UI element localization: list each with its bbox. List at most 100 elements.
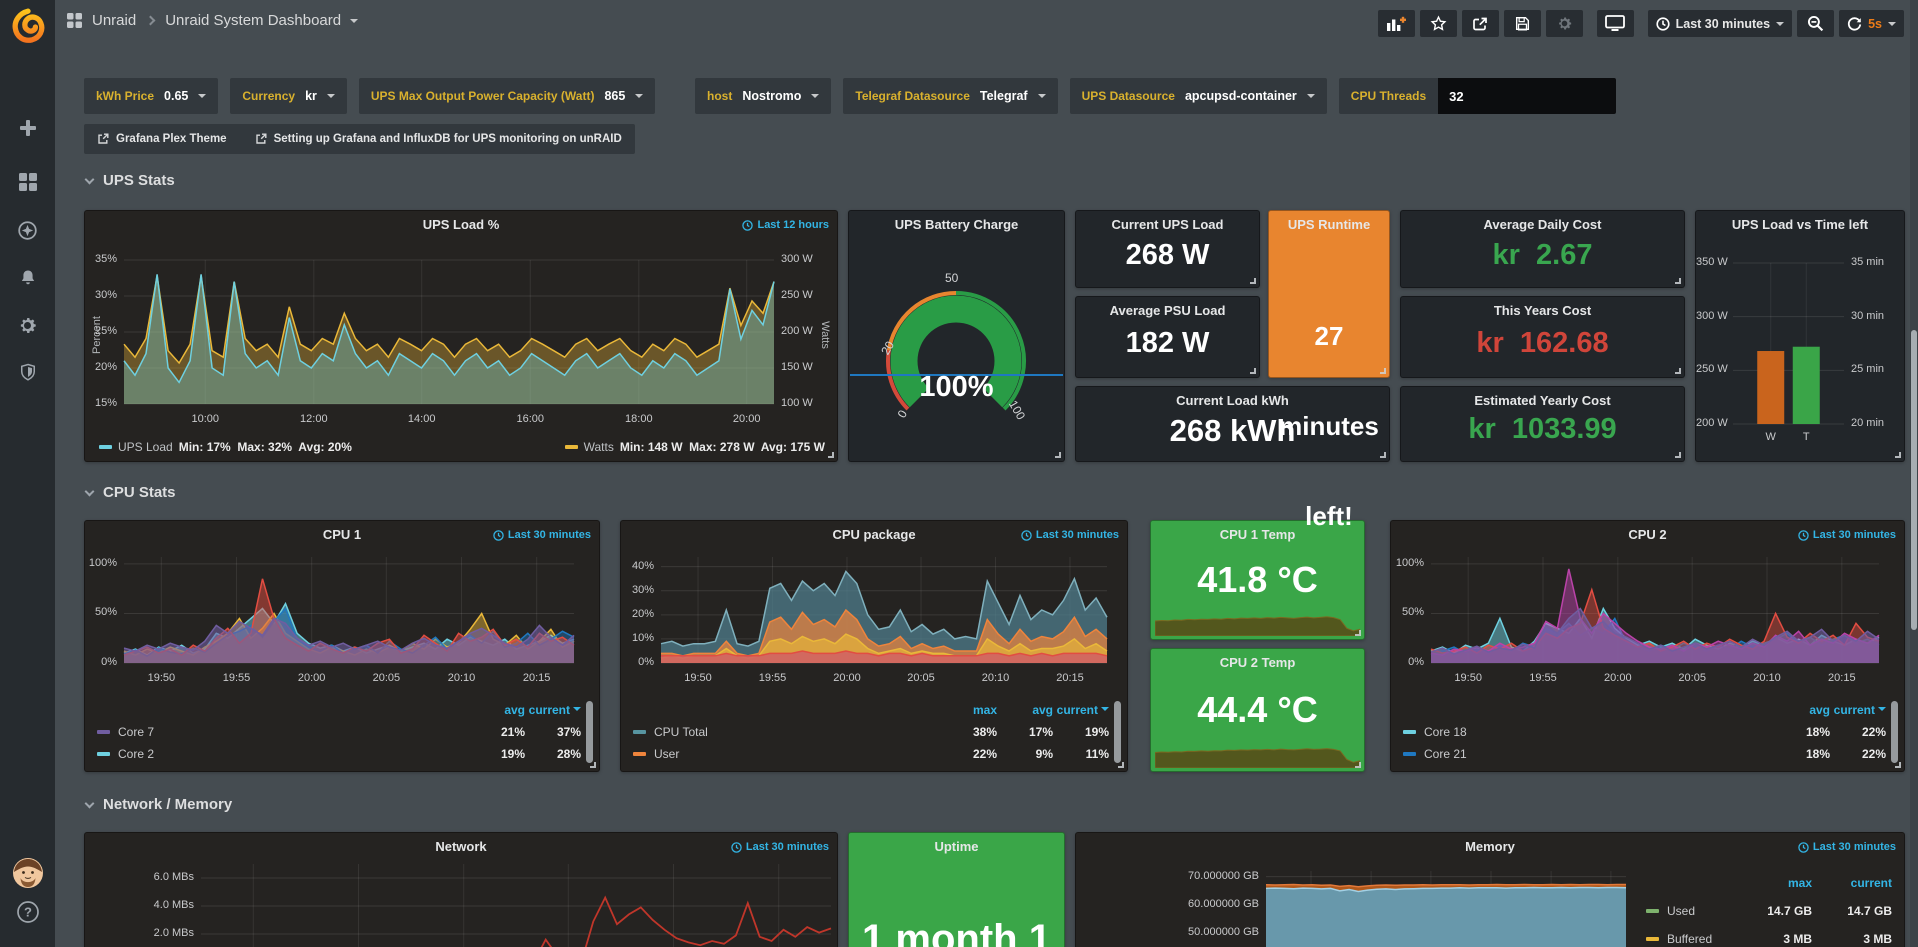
- panel-title[interactable]: Average Daily Cost: [1401, 217, 1684, 232]
- panel-title[interactable]: Memory: [1076, 839, 1904, 854]
- dashboard-settings-button[interactable]: [1546, 10, 1583, 37]
- time-range-picker[interactable]: Last 30 minutes: [1648, 10, 1792, 37]
- resize-handle[interactable]: [1355, 762, 1361, 768]
- explore-compass-icon[interactable]: [0, 220, 55, 241]
- variable-ups-datasource[interactable]: UPS Datasource apcupsd-container: [1070, 78, 1327, 114]
- panel-title[interactable]: Estimated Yearly Cost: [1401, 393, 1684, 408]
- legend-row: Core 721%37%: [97, 721, 581, 743]
- breadcrumb-app[interactable]: Unraid: [92, 12, 136, 29]
- share-button[interactable]: [1462, 10, 1499, 37]
- page-scrollbar[interactable]: [1910, 0, 1918, 947]
- configuration-gear-icon[interactable]: [0, 315, 55, 336]
- legend-scrollbar[interactable]: [1891, 701, 1898, 763]
- resize-handle[interactable]: [1675, 368, 1681, 374]
- panel-time-override[interactable]: Last 30 minutes: [1798, 529, 1896, 541]
- resize-handle[interactable]: [1895, 762, 1901, 768]
- ups-load-chart[interactable]: 35%30%25%20%15%300 W250 W200 W150 W100 W…: [85, 235, 837, 435]
- resize-handle[interactable]: [1355, 630, 1361, 636]
- resize-handle[interactable]: [1675, 452, 1681, 458]
- axis-label: 35%: [85, 253, 117, 265]
- axis-label: 19:50: [131, 672, 191, 684]
- chevron-down-icon: [1776, 22, 1784, 30]
- panel-time-override[interactable]: Last 30 minutes: [1798, 841, 1896, 853]
- legend-scrollbar[interactable]: [1114, 701, 1121, 763]
- user-avatar[interactable]: [0, 856, 55, 890]
- resize-handle[interactable]: [590, 762, 596, 768]
- add-panel-button[interactable]: [1378, 10, 1415, 37]
- resize-handle[interactable]: [1055, 452, 1061, 458]
- variable-currency[interactable]: Currency kr: [230, 78, 347, 114]
- section-cpu-stats[interactable]: CPU Stats: [86, 484, 176, 501]
- time-range-label: Last 30 minutes: [1676, 17, 1770, 31]
- help-icon[interactable]: ?: [0, 900, 55, 924]
- panel-time-override[interactable]: Last 30 minutes: [731, 841, 829, 853]
- resize-handle[interactable]: [1895, 452, 1901, 458]
- panel-title[interactable]: Current Load kWh: [1076, 393, 1389, 408]
- alerting-bell-icon[interactable]: [0, 268, 55, 288]
- dashboard-toolbar: Last 30 minutes 5s: [1373, 10, 1904, 37]
- sort-caret-icon: [573, 707, 581, 715]
- panel-title[interactable]: This Years Cost: [1401, 303, 1684, 318]
- page-scrollbar-thumb[interactable]: [1911, 330, 1917, 630]
- ups-load-vs-time-chart[interactable]: 350 W300 W250 W200 W35 min30 min25 min20…: [1696, 211, 1904, 461]
- panel-time-override[interactable]: Last 30 minutes: [493, 529, 591, 541]
- section-ups-stats[interactable]: UPS Stats: [86, 172, 175, 189]
- grafana-logo-icon[interactable]: [0, 8, 55, 44]
- cpu-package-chart[interactable]: 40%30%20%10%0%19:5019:5520:0020:0520:102…: [621, 545, 1127, 695]
- panel-title[interactable]: CPU 1 Temp: [1151, 527, 1364, 542]
- panel-ups-load-graph: UPS Load % Last 12 hours Percent Watts 3…: [84, 210, 838, 462]
- battery-gauge[interactable]: 02050100: [849, 211, 1064, 461]
- axis-label: 0%: [621, 656, 654, 668]
- create-icon[interactable]: [0, 118, 55, 138]
- chevron-down-icon: [635, 94, 643, 102]
- resize-handle[interactable]: [1118, 762, 1124, 768]
- variable-host[interactable]: host Nostromo: [695, 78, 831, 114]
- resize-handle[interactable]: [1675, 278, 1681, 284]
- panel-title[interactable]: Current UPS Load: [1076, 217, 1259, 232]
- stat-value: kr 1033.99: [1401, 413, 1684, 446]
- axis-label: 0%: [1391, 656, 1424, 668]
- panel-title[interactable]: Network: [85, 839, 837, 854]
- variable-kwh-price[interactable]: kWh Price 0.65: [84, 78, 218, 114]
- panel-title[interactable]: UPS Load vs Time left: [1696, 217, 1904, 232]
- section-network-memory[interactable]: Network / Memory: [86, 796, 232, 813]
- series-name[interactable]: Watts: [584, 440, 614, 454]
- mark-favorite-button[interactable]: [1420, 10, 1457, 37]
- refresh-button[interactable]: 5s: [1839, 10, 1904, 37]
- resize-handle[interactable]: [1250, 278, 1256, 284]
- link-grafana-plex-theme[interactable]: Grafana Plex Theme: [97, 133, 227, 145]
- cycle-view-button[interactable]: [1597, 10, 1634, 37]
- link-ups-monitoring-guide[interactable]: Setting up Grafana and InfluxDB for UPS …: [255, 133, 622, 145]
- series-swatch: [1646, 937, 1659, 941]
- memory-chart[interactable]: 70.000000 GB60.000000 GB50.000000 GB: [1076, 857, 1636, 947]
- variable-ups-max-power[interactable]: UPS Max Output Power Capacity (Watt) 865: [359, 78, 655, 114]
- series-name[interactable]: UPS Load: [118, 440, 173, 454]
- chevron-down-icon: [198, 94, 206, 102]
- panel-title[interactable]: CPU 2 Temp: [1151, 655, 1364, 670]
- panel-title[interactable]: UPS Load %: [85, 217, 837, 232]
- cpu-threads-input[interactable]: [1438, 78, 1616, 114]
- zoom-out-button[interactable]: [1797, 10, 1834, 37]
- breadcrumb-page-title[interactable]: Unraid System Dashboard: [165, 12, 341, 29]
- network-chart[interactable]: 6.0 MBs4.0 MBs2.0 MBs: [85, 857, 837, 947]
- cpu2-chart[interactable]: 100%50%0%19:5019:5520:0020:0520:1020:15: [1391, 545, 1904, 695]
- legend-scrollbar[interactable]: [586, 701, 593, 763]
- resize-handle[interactable]: [828, 452, 834, 458]
- resize-handle[interactable]: [1250, 368, 1256, 374]
- save-button[interactable]: [1504, 10, 1541, 37]
- panel-title[interactable]: UPS Runtime: [1269, 217, 1389, 232]
- axis-label: 20:05: [1662, 672, 1722, 684]
- apps-grid-icon[interactable]: [66, 12, 83, 29]
- panel-title[interactable]: UPS Battery Charge: [849, 217, 1064, 232]
- refresh-interval-label[interactable]: 5s: [1868, 17, 1882, 31]
- panel-title[interactable]: Average PSU Load: [1076, 303, 1259, 318]
- cpu1-chart[interactable]: 100%50%0%19:5019:5520:0020:0520:1020:15: [85, 545, 599, 695]
- panel-time-override[interactable]: Last 30 minutes: [1021, 529, 1119, 541]
- variable-telegraf-datasource[interactable]: Telegraf Datasource Telegraf: [843, 78, 1057, 114]
- server-admin-shield-icon[interactable]: [0, 362, 55, 382]
- dashboards-icon[interactable]: [0, 172, 55, 192]
- panel-time-override[interactable]: Last 12 hours: [742, 219, 829, 231]
- chevron-down-icon[interactable]: [350, 19, 358, 27]
- chevron-down-icon[interactable]: [1888, 22, 1896, 30]
- panel-title[interactable]: Uptime: [849, 839, 1064, 854]
